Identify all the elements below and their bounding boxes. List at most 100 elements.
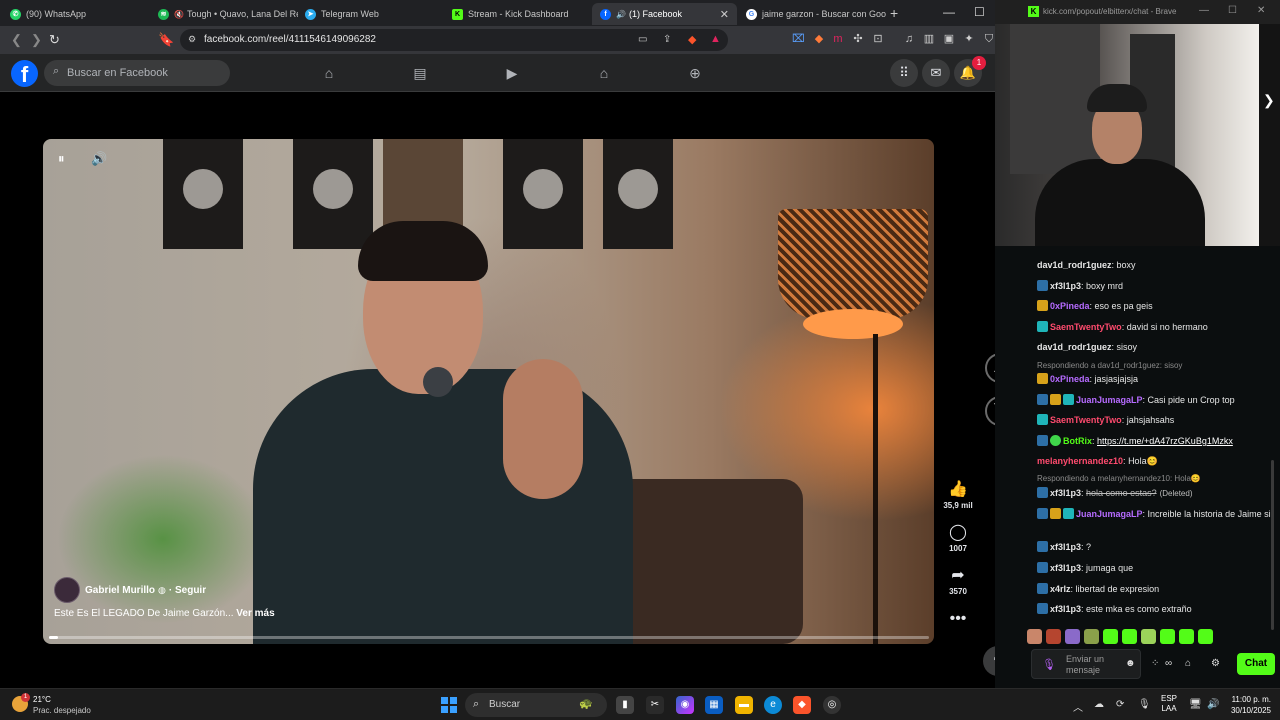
users-icon[interactable]: ⁘ [1151,658,1159,669]
chat-username[interactable]: 0xPineda [1050,301,1090,311]
chat-username[interactable]: melanyhernandez10 [1037,456,1123,466]
emote-icon[interactable] [1084,629,1099,644]
share-icon[interactable]: ⇪ [663,34,671,45]
chat-username[interactable]: SaemTwentyTwo [1050,322,1122,332]
microphone-icon[interactable]: 🎙 [1138,699,1151,710]
chat-username[interactable]: dav1d_rodr1guez [1037,260,1112,270]
video-progress-bar[interactable] [49,636,929,639]
minimize-button[interactable]: — [1199,5,1209,16]
emote-icon[interactable] [1198,629,1213,644]
emote-icon[interactable] [1179,629,1194,644]
share-action[interactable]: ➦ 3570 [938,567,978,596]
chat-username[interactable]: JuanJumagaLP [1076,509,1143,519]
minimize-button[interactable]: — [943,5,955,19]
chat-scrollbar[interactable] [1271,460,1274,630]
cast-icon[interactable]: ▭ [638,34,647,45]
store-icon[interactable]: ⌂ [1185,658,1191,669]
url-bar[interactable]: ⚙ facebook.com/reel/4111546149096282 ▭ ⇪… [180,29,728,51]
emote-icon[interactable] [1103,629,1118,644]
obs-icon[interactable]: ◎ [823,696,841,714]
sync-icon[interactable]: ⟳ [1116,699,1124,710]
chat-username[interactable]: x4rlz [1050,584,1071,594]
leo-ai-icon[interactable]: ✦ [963,33,975,45]
tab-whatsapp[interactable]: ✆ (90) WhatsApp [10,3,150,25]
store-icon[interactable]: ▦ [705,696,723,714]
tab-kick-dashboard[interactable]: K Stream - Kick Dashboard [452,3,592,25]
media-icon[interactable]: ♫ [903,33,915,45]
extension-icon[interactable]: m [832,33,844,45]
brave-rewards-icon[interactable]: ▲ [710,33,721,45]
reel-video[interactable]: ⏸ 🔊 Gabriel Murillo ◍ · Seguir Este Es E… [43,139,934,644]
site-info-icon[interactable]: ⚙ [188,34,196,45]
wallet-icon[interactable]: ▣ [943,33,955,45]
chat-username[interactable]: SaemTwentyTwo [1050,415,1122,425]
send-chat-button[interactable]: Chat [1237,653,1275,675]
tray-overflow-icon[interactable]: ︿ [1073,699,1083,714]
emote-icon[interactable] [1122,629,1137,644]
maximize-button[interactable]: ☐ [1228,5,1237,16]
task-view-icon[interactable]: ▮ [616,696,634,714]
emote-icon[interactable] [1160,629,1175,644]
volume-icon[interactable]: 🔊 [91,151,107,167]
like-action[interactable]: 👍 35,9 mil [938,481,978,510]
brave-icon[interactable]: ◆ [793,696,811,714]
network-icon[interactable]: 🖥 [1189,699,1202,710]
home-icon[interactable]: ⌂ [320,64,338,82]
clock[interactable]: 11:00 p. m. 30/10/2025 [1225,694,1271,716]
language-indicator[interactable]: ESP LAA [1161,694,1177,714]
sidebar-icon[interactable]: ▥ [923,33,935,45]
extensions-icon[interactable]: ✣ [852,33,864,45]
facebook-search[interactable]: ⌕ Buscar en Facebook [44,60,230,86]
infinity-icon[interactable]: ∞ [1165,658,1172,669]
maximize-button[interactable]: ☐ [974,5,985,19]
chat-username[interactable]: 0xPineda [1050,374,1090,384]
vpn-icon[interactable]: ⛉ [983,33,995,45]
settings-icon[interactable]: ⚙ [1211,658,1220,669]
emoji-icon[interactable]: ☻ [1125,658,1136,669]
video-icon[interactable]: ▶ [503,64,521,82]
tab-spotify[interactable]: ≋ 🔇 Tough • Quavo, Lana Del Re [158,3,298,25]
back-button[interactable]: ❮ [11,32,22,48]
forward-button[interactable]: ❯ [31,32,42,48]
chat-username[interactable]: JuanJumagaLP [1076,395,1143,405]
messenger-icon[interactable]: ✉ [922,59,950,87]
chat-username[interactable]: xf3l1p3 [1050,604,1081,614]
microphone-icon[interactable]: 🎙 [1042,658,1056,671]
extension-icon[interactable]: ⊡ [872,33,884,45]
chat-username[interactable]: xf3l1p3 [1050,542,1081,552]
pause-icon[interactable]: ⏸ [58,151,65,167]
tab-facebook[interactable]: f 🔊 (1) Facebook ✕ [592,3,737,25]
windows-start-icon[interactable] [441,697,457,713]
bookmark-icon[interactable]: 🔖 [158,32,174,48]
author-name[interactable]: Gabriel Murillo [85,585,155,596]
chat-link[interactable]: https://t.me/+dA47rzGKuBg1Mzkx [1097,436,1233,446]
tab-google[interactable]: G jaime garzon - Buscar con Goog [746,3,886,25]
snipping-tool-icon[interactable]: ✂ [646,696,664,714]
friends-icon[interactable]: ▤ [411,64,429,82]
chat-username[interactable]: dav1d_rodr1guez [1037,342,1112,352]
close-tab-icon[interactable]: ✕ [720,8,729,21]
cloud-icon[interactable]: ☁ [1094,699,1104,710]
file-explorer-icon[interactable]: ▬ [735,696,753,714]
facebook-logo-icon[interactable]: f [11,60,38,87]
reload-button[interactable]: ↻ [49,32,60,48]
copilot-icon[interactable]: ◉ [676,696,694,714]
emote-icon[interactable] [1027,629,1042,644]
avatar[interactable] [54,577,80,603]
chevron-right-icon[interactable]: ❯ [1263,92,1275,109]
emote-icon[interactable] [1046,629,1061,644]
more-options-button[interactable]: ••• [938,610,978,628]
chat-input[interactable]: 🎙 Enviar un mensaje ☻ [1031,649,1141,679]
close-button[interactable]: ✕ [1257,5,1265,16]
chat-username[interactable]: BotRix [1063,436,1092,446]
emote-icon[interactable] [1065,629,1080,644]
comment-action[interactable]: ◯ 1007 [938,524,978,553]
tab-telegram[interactable]: ➤ Telegram Web [305,3,445,25]
chat-username[interactable]: xf3l1p3 [1050,281,1081,291]
new-tab-button[interactable]: + [890,5,898,21]
extension-icon[interactable]: ◆ [813,33,825,45]
brave-shields-icon[interactable]: ◆ [688,33,696,46]
volume-icon[interactable]: 🔊 [1207,699,1219,710]
translate-icon[interactable]: ⌧ [792,33,805,45]
edge-icon[interactable]: e [764,696,782,714]
